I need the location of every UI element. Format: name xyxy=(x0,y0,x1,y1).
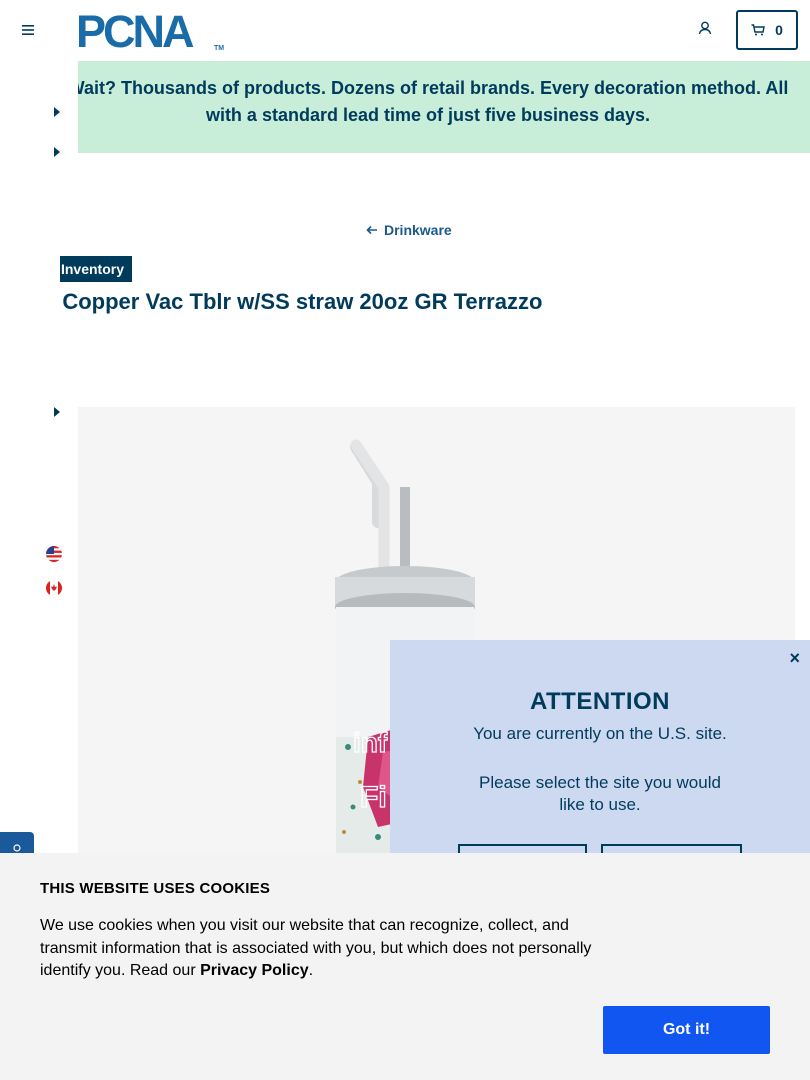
svg-text:Fi: Fi xyxy=(360,781,387,814)
us-flag-icon[interactable] xyxy=(46,546,62,562)
modal-prompt-line2: like to use. xyxy=(559,795,641,814)
back-to-category-link[interactable]: Drinkware xyxy=(366,222,452,238)
modal-prompt-line1: Please select the site you would xyxy=(479,773,721,792)
inventory-badge: Inventory xyxy=(60,256,132,282)
cart-icon xyxy=(751,24,765,36)
cookie-title: THIS WEBSITE USES COOKIES xyxy=(40,880,271,897)
caret-right-icon[interactable] xyxy=(52,406,62,418)
site-header: PCNA TM 0 xyxy=(0,0,810,61)
cart-button[interactable]: 0 xyxy=(736,10,798,50)
logo-tm: TM xyxy=(214,45,224,51)
user-icon xyxy=(698,21,712,35)
back-link-label: Drinkware xyxy=(384,222,452,238)
caret-right-icon[interactable] xyxy=(52,106,62,118)
cookie-banner: THIS WEBSITE USES COOKIES We use cookies… xyxy=(0,853,810,1080)
canada-flag-icon[interactable] xyxy=(46,580,62,596)
site-select-modal: × ATTENTION You are currently on the U.S… xyxy=(390,640,810,884)
cookie-text-end: . xyxy=(308,962,314,979)
promo-text: Wait? Thousands of products. Dozens of r… xyxy=(78,78,789,125)
accept-cookies-button[interactable]: Got it! xyxy=(603,1006,770,1054)
caret-right-icon[interactable] xyxy=(52,146,62,158)
promo-banner: Wait? Thousands of products. Dozens of r… xyxy=(78,61,810,153)
svg-text:inf: inf xyxy=(353,727,388,758)
cookie-text-body: We use cookies when you visit our websit… xyxy=(40,917,592,979)
product-title: a Copper Vac Tblr w/SS straw 20oz GR Ter… xyxy=(60,289,800,321)
hamburger-menu-button[interactable] xyxy=(18,20,38,40)
modal-message: You are currently on the U.S. site. xyxy=(473,724,727,743)
modal-title: ATTENTION xyxy=(529,688,671,715)
product-title-text: a Copper Vac Tblr w/SS straw 20oz GR Ter… xyxy=(60,289,543,314)
cookie-text: We use cookies when you visit our websit… xyxy=(40,915,610,983)
arrow-left-icon xyxy=(366,225,377,235)
badge-label: Inventory xyxy=(60,261,124,277)
close-icon[interactable]: × xyxy=(789,648,800,669)
cart-count: 0 xyxy=(775,22,783,38)
pcna-logo[interactable]: PCNA TM xyxy=(76,6,226,57)
hamburger-icon xyxy=(22,25,34,35)
logo-wordmark: PCNA xyxy=(76,11,194,51)
account-button[interactable] xyxy=(698,21,718,41)
pcna-logo-mark: PCNA TM xyxy=(76,6,224,57)
privacy-policy-link[interactable]: Privacy Policy xyxy=(200,962,309,979)
